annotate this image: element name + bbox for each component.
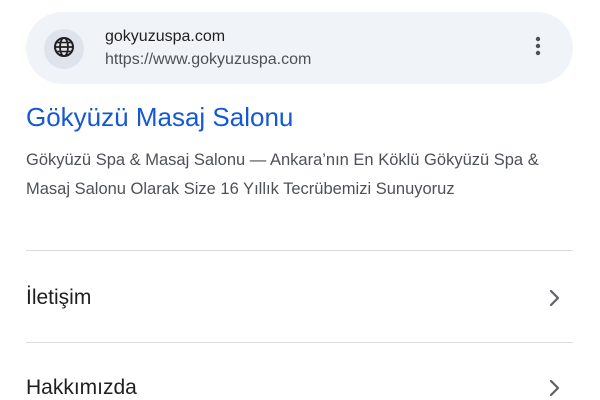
- sitelink-label: İletişim: [26, 286, 92, 309]
- sitelink-hakkimizda[interactable]: Hakkımızda: [26, 358, 573, 400]
- divider: [26, 342, 573, 343]
- result-title-link[interactable]: Gökyüzü Masaj Salonu: [26, 100, 293, 134]
- result-snippet: Gökyüzü Spa & Masaj Salonu — Ankara’nın …: [26, 151, 539, 198]
- chevron-right-icon: [545, 288, 565, 308]
- more-options-button[interactable]: [524, 34, 552, 62]
- more-vert-icon: [535, 36, 541, 61]
- sitelink-iletisim[interactable]: İletişim: [26, 268, 573, 328]
- globe-icon: [52, 35, 76, 64]
- search-result-card: gokyuzuspa.com https://www.gokyuzuspa.co…: [0, 0, 600, 400]
- site-header[interactable]: gokyuzuspa.com https://www.gokyuzuspa.co…: [26, 12, 573, 84]
- divider: [26, 250, 573, 251]
- site-url: https://www.gokyuzuspa.com: [105, 51, 312, 68]
- site-favicon: [44, 29, 84, 69]
- sitelink-label: Hakkımızda: [26, 376, 137, 399]
- site-name: gokyuzuspa.com: [105, 28, 226, 45]
- chevron-right-icon: [545, 378, 565, 398]
